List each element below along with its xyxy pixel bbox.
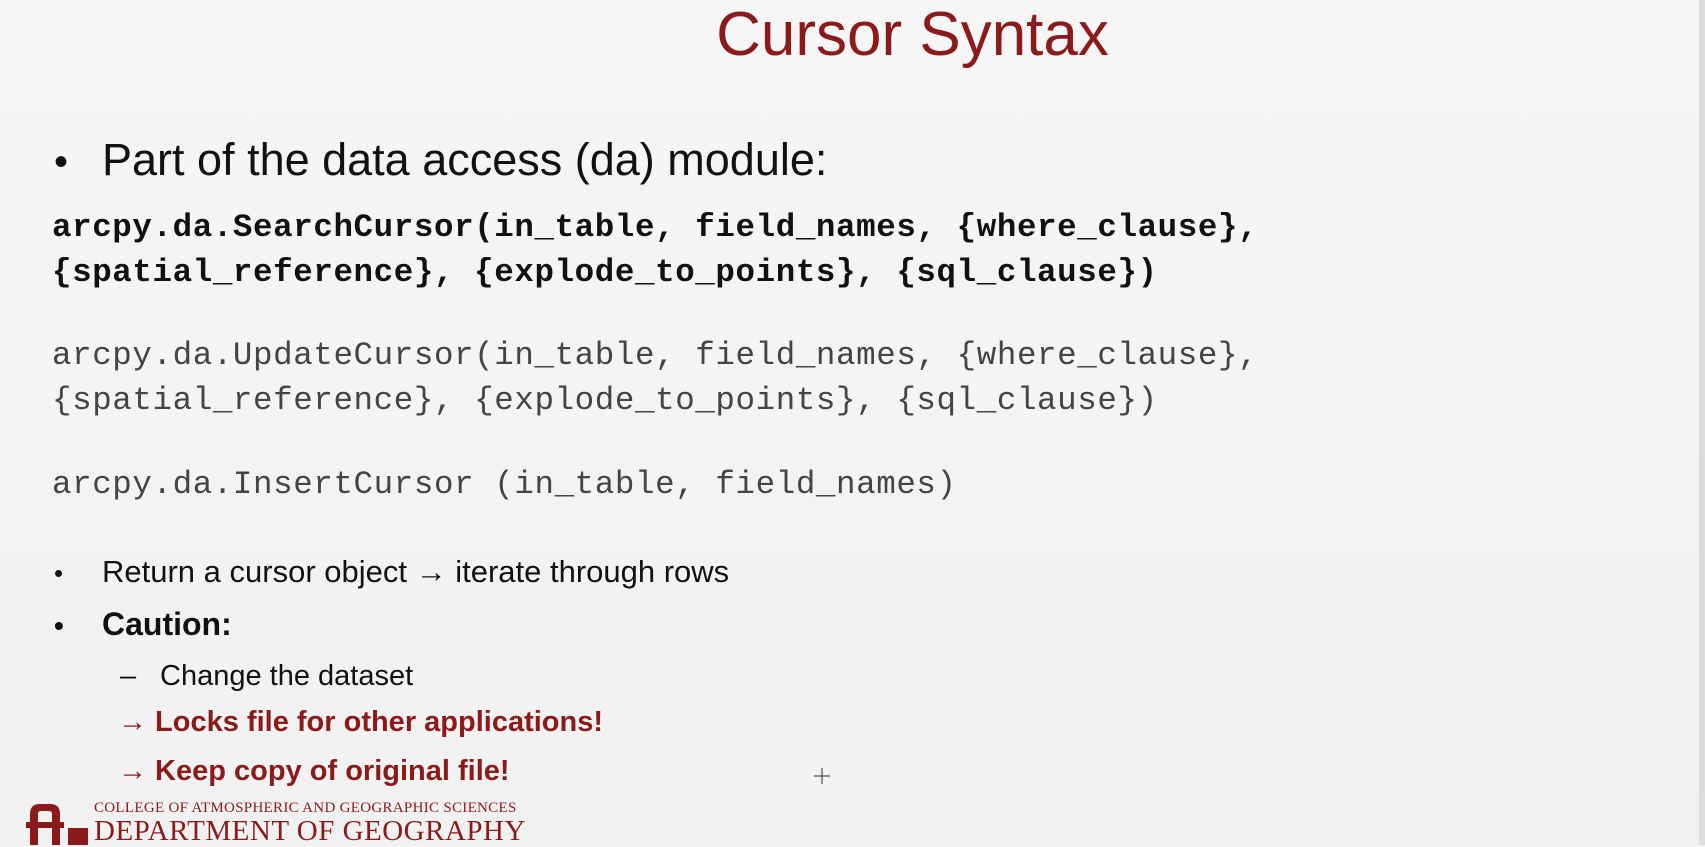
college-name: COLLEGE OF ATMOSPHERIC AND GEOGRAPHIC SC… (94, 800, 517, 816)
bullet-caution: • Caution: (54, 606, 232, 643)
slide-title: Cursor Syntax (716, 0, 1109, 69)
footer-logo: COLLEGE OF ATMOSPHERIC AND GEOGRAPHIC SC… (26, 800, 526, 846)
bullet-data-access: • Part of the data access (da) module: (54, 134, 827, 186)
bullet-data-access-text: Part of the data access (da) module: (102, 134, 828, 185)
footer-text: COLLEGE OF ATMOSPHERIC AND GEOGRAPHIC SC… (94, 800, 526, 846)
crosshair-cursor-icon (814, 768, 830, 784)
code-insert-cursor: arcpy.da.InsertCursor (in_table, field_n… (52, 466, 957, 503)
slide: Cursor Syntax • Part of the data access … (0, 0, 1705, 846)
code-update-line2: {spatial_reference}, {explode_to_points}… (52, 382, 1158, 419)
window-edge (1699, 0, 1705, 845)
code-update-line1: arcpy.da.UpdateCursor(in_table, field_na… (52, 337, 1259, 374)
warning-copy: → Keep copy of original file! (118, 755, 510, 787)
bullet-caution-text: Caution: (102, 606, 232, 642)
sub-bullet-change: – Change the dataset (120, 660, 413, 693)
warning-locks: → Locks file for other applications! (118, 706, 604, 738)
dash-symbol: – (120, 660, 137, 692)
code-update-cursor: arcpy.da.UpdateCursor(in_table, field_na… (52, 333, 1258, 423)
sub-bullet-change-text: Change the dataset (160, 660, 414, 692)
bullet-symbol: • (54, 558, 64, 588)
bullet-symbol: • (54, 610, 64, 641)
department-name: DEPARTMENT OF GEOGRAPHY (94, 815, 526, 847)
bullet-return-text: Return a cursor object → iterate through… (102, 554, 730, 589)
code-search-cursor: arcpy.da.SearchCursor(in_table, field_na… (52, 209, 1259, 291)
bullet-return: • Return a cursor object → iterate throu… (54, 554, 729, 590)
bullet-symbol: • (54, 140, 69, 184)
ou-logo-icon (26, 804, 88, 845)
